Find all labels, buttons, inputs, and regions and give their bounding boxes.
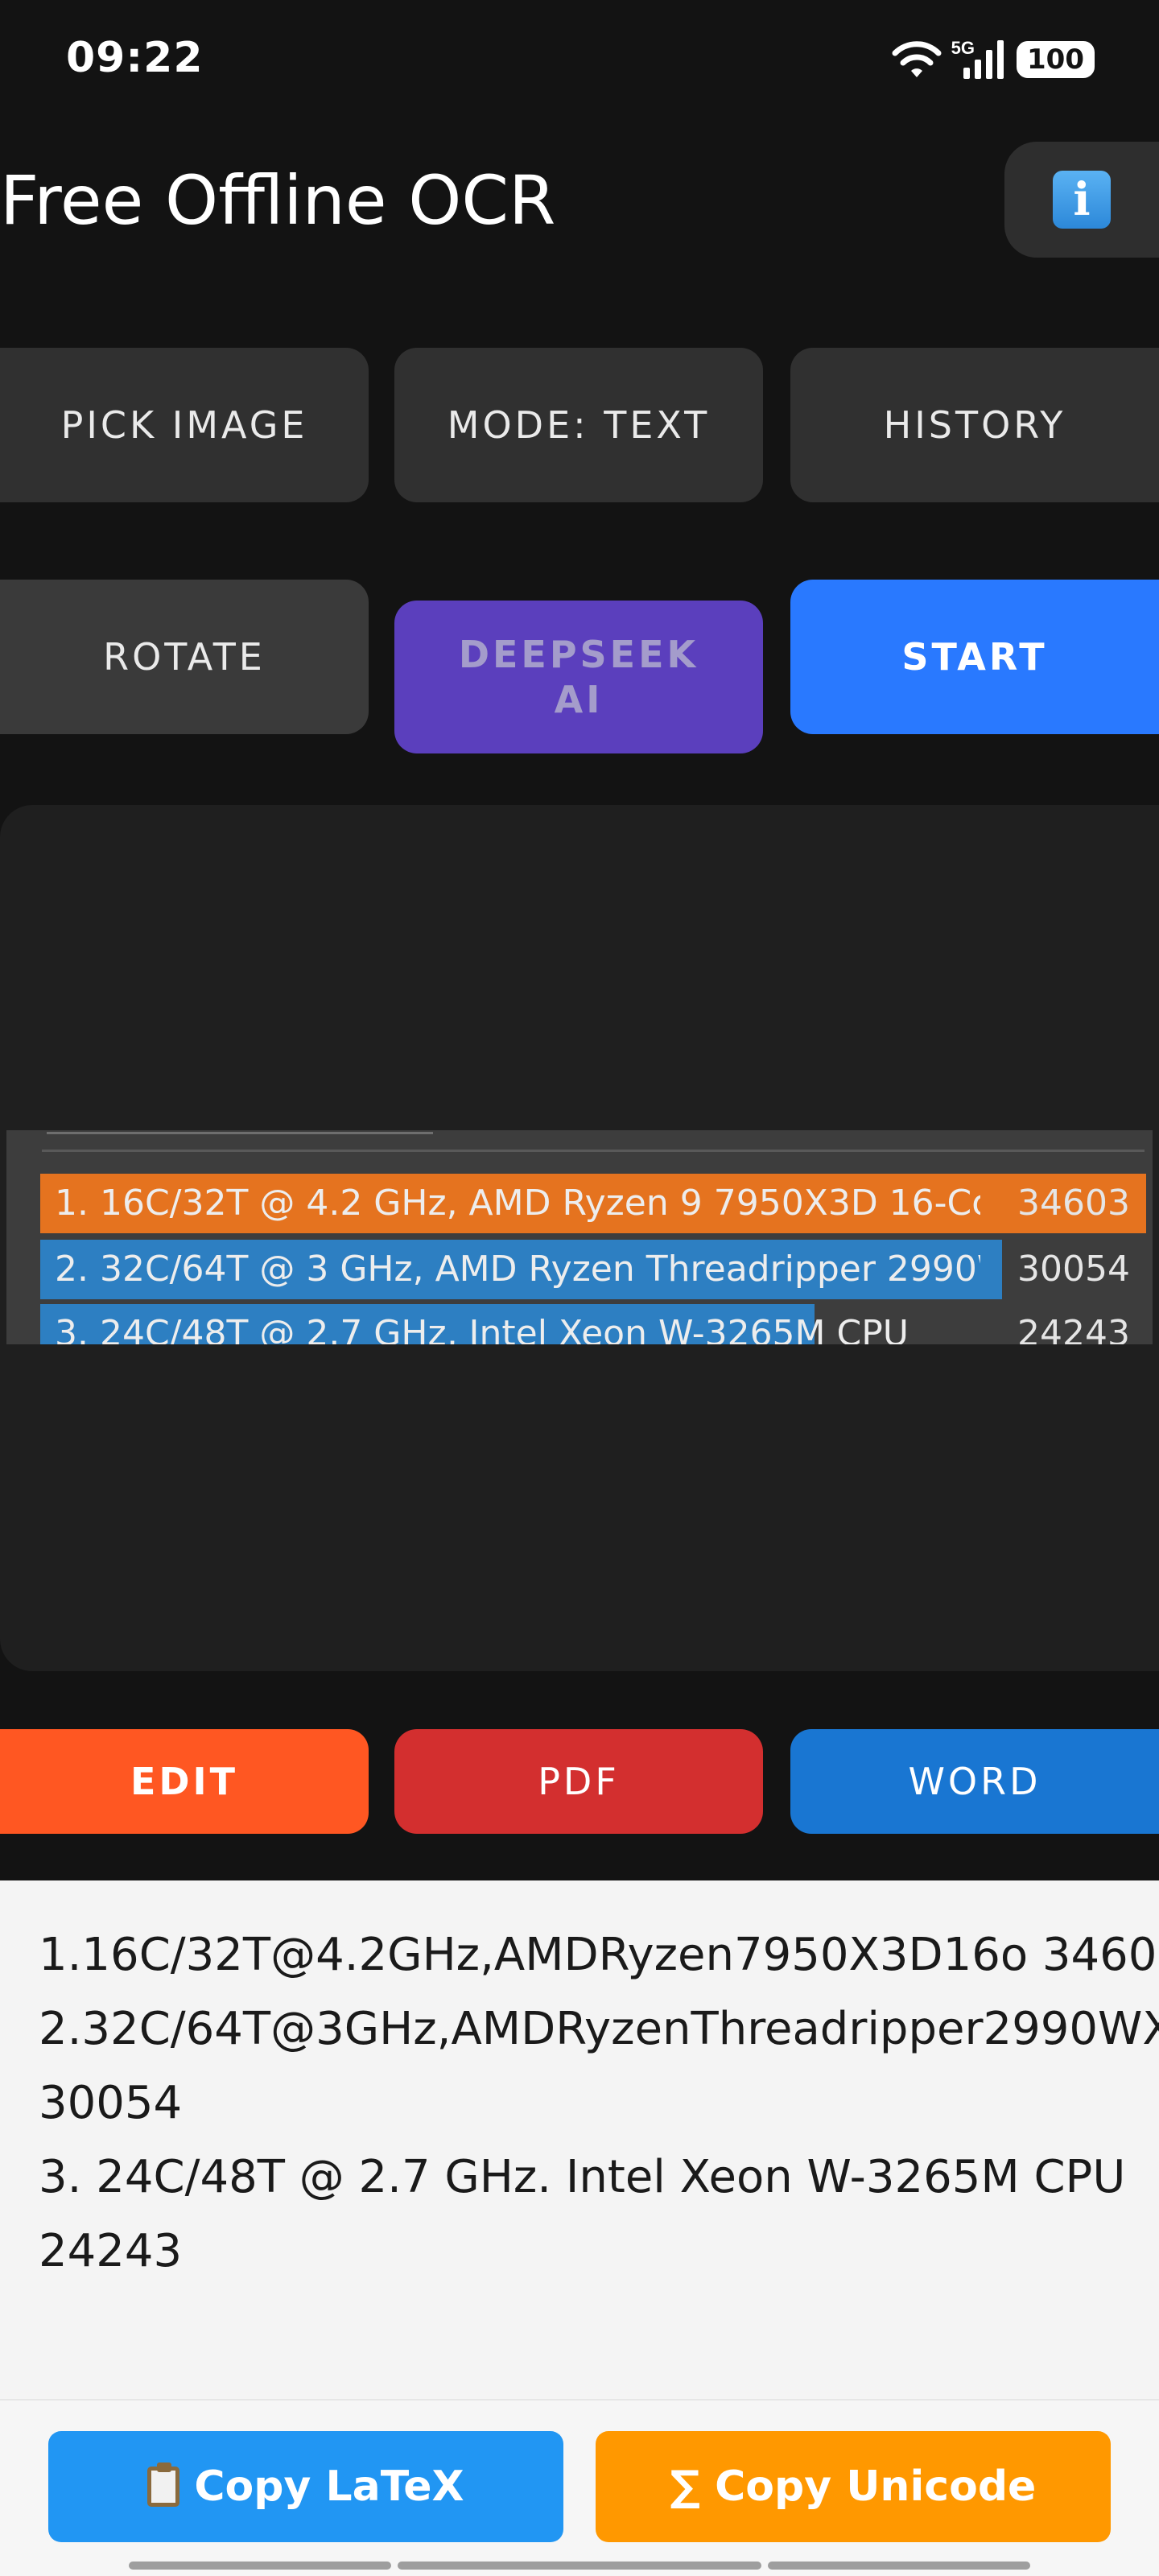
- scroll-indicator-3: [768, 2562, 1030, 2570]
- preview-divider: [42, 1150, 1145, 1152]
- deepseek-label-line1: DEEPSEEK: [458, 633, 699, 676]
- wifi-icon: [892, 41, 942, 77]
- edit-button[interactable]: EDIT: [0, 1729, 369, 1834]
- information-icon: i: [1053, 171, 1111, 229]
- preview-divider-short: [47, 1132, 433, 1134]
- preview-row-3: 3. 24C/48T @ 2.7 GHz, Intel Xeon W-3265M…: [40, 1304, 1146, 1344]
- result-line-2: 2.32C/64T@3GHz,AMDRyzenThreadripper2990W…: [39, 2003, 1159, 2055]
- preview-row-1-value: 34603: [1017, 1183, 1130, 1224]
- copy-latex-label: Copy LaTeX: [194, 2462, 464, 2511]
- ocr-result-panel[interactable]: 1.16C/32T@4.2GHz,AMDRyzen7950X3D16o 3460…: [0, 1880, 1159, 2399]
- preview-row-2-value: 30054: [1017, 1249, 1130, 1290]
- start-label: START: [901, 635, 1048, 679]
- history-button[interactable]: HISTORY: [790, 348, 1159, 502]
- scroll-indicator-2: [398, 2562, 761, 2570]
- pick-image-button[interactable]: PICK IMAGE: [0, 348, 369, 502]
- preview-image: 1. 16C/32T @ 4.2 GHz, AMD Ryzen 9 7950X3…: [6, 1130, 1153, 1344]
- preview-row-2: 2. 32C/64T @ 3 GHz, AMD Ryzen Threadripp…: [40, 1240, 1146, 1299]
- copy-unicode-label: ∑ Copy Unicode: [670, 2462, 1037, 2511]
- pick-image-label: PICK IMAGE: [60, 403, 308, 447]
- history-label: HISTORY: [883, 403, 1066, 447]
- pdf-button[interactable]: PDF: [394, 1729, 763, 1834]
- scroll-indicator-1: [129, 2562, 391, 2570]
- mode-button[interactable]: MODE: TEXT: [394, 348, 763, 502]
- result-line-3: 30054: [39, 2077, 183, 2129]
- status-bar: 09:22 5G 100: [0, 0, 1159, 121]
- app-title: Free Offline OCR: [0, 161, 556, 240]
- copy-latex-button[interactable]: Copy LaTeX: [48, 2431, 563, 2542]
- pdf-label: PDF: [538, 1760, 620, 1803]
- start-button[interactable]: START: [790, 580, 1159, 734]
- result-line-1: 1.16C/32T@4.2GHz,AMDRyzen7950X3D16o 3460…: [39, 1929, 1159, 1981]
- status-time: 09:22: [66, 34, 204, 82]
- deepseek-label-line2: AI: [554, 678, 604, 721]
- battery-level: 100: [1027, 43, 1084, 76]
- preview-row-3-value: 24243: [1017, 1313, 1130, 1344]
- preview-row-1: 1. 16C/32T @ 4.2 GHz, AMD Ryzen 9 7950X3…: [40, 1174, 1146, 1233]
- preview-row-1-label: 1. 16C/32T @ 4.2 GHz, AMD Ryzen 9 7950X3…: [55, 1183, 980, 1224]
- clipboard-icon: [147, 2462, 180, 2507]
- rotate-button[interactable]: ROTATE: [0, 580, 369, 734]
- preview-row-3-label: 3. 24C/48T @ 2.7 GHz, Intel Xeon W-3265M…: [55, 1313, 909, 1344]
- word-button[interactable]: WORD: [790, 1729, 1159, 1834]
- status-icons: 5G 100: [892, 37, 1095, 82]
- battery-icon: 100: [1017, 41, 1095, 78]
- preview-row-2-label: 2. 32C/64T @ 3 GHz, AMD Ryzen Threadripp…: [55, 1249, 980, 1290]
- network-type-label: 5G: [951, 38, 975, 58]
- result-line-4: 3. 24C/48T @ 2.7 GHz. Intel Xeon W-3265M…: [39, 2151, 1126, 2203]
- deepseek-ai-button[interactable]: DEEPSEEK AI: [394, 601, 763, 753]
- info-button[interactable]: i: [1004, 142, 1159, 258]
- copy-unicode-button[interactable]: ∑ Copy Unicode: [596, 2431, 1111, 2542]
- word-label: WORD: [908, 1760, 1041, 1803]
- result-line-5: 24243: [39, 2225, 183, 2277]
- edit-label: EDIT: [130, 1760, 239, 1803]
- mode-label: MODE: TEXT: [447, 403, 711, 447]
- rotate-label: ROTATE: [103, 635, 266, 679]
